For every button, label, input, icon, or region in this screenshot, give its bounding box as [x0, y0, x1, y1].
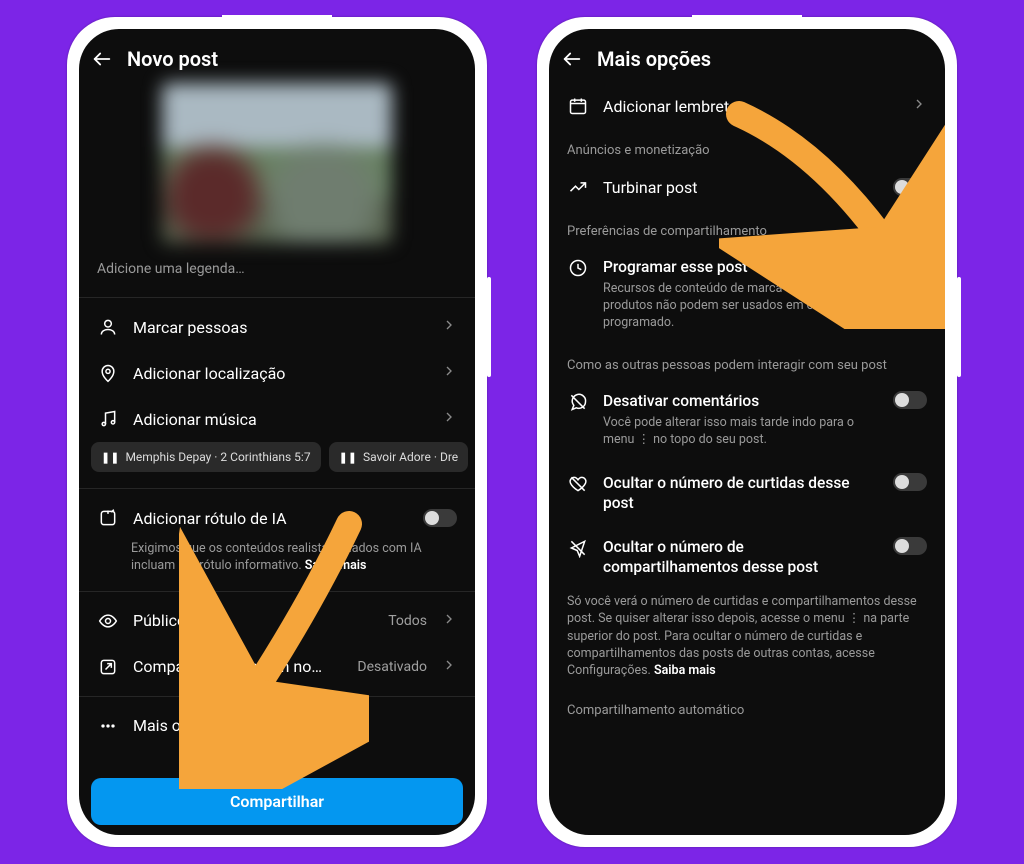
- comments-toggle[interactable]: [893, 391, 927, 409]
- chevron-right-icon: [441, 409, 457, 429]
- row-label: Adicionar localização: [133, 364, 427, 383]
- section-share-prefs: Preferências de compartilhamento: [549, 210, 945, 245]
- calendar-icon: [567, 95, 589, 117]
- screen-left: Novo post Adicione uma legenda… Marcar p…: [79, 29, 475, 835]
- row-ai-label[interactable]: Adicionar rótulo de IA: [79, 495, 475, 541]
- row-add-reminder[interactable]: Adicionar lembrete: [549, 83, 945, 129]
- row-label: Adicionar música: [133, 410, 427, 429]
- screen-right: Mais opções Adicionar lembrete Anúncios …: [549, 29, 945, 835]
- share-button[interactable]: Compartilhar: [91, 778, 463, 825]
- row-label: Ocultar o número de compartilhamentos de…: [603, 537, 879, 577]
- row-label: Mais opções: [133, 716, 457, 735]
- music-chip-label: Savoir Adore · Dre: [363, 450, 458, 464]
- header: Mais opções: [549, 29, 945, 83]
- phone-right: Mais opções Adicionar lembrete Anúncios …: [537, 17, 957, 847]
- chevron-right-icon: [911, 96, 927, 116]
- row-value: Todos: [388, 613, 427, 629]
- caption-input[interactable]: Adicione uma legenda…: [79, 261, 475, 291]
- row-label: Adicionar rótulo de IA: [133, 509, 409, 528]
- learn-more-link[interactable]: Saiba mais: [654, 663, 716, 678]
- row-label: Público: [133, 611, 374, 630]
- divider: [79, 297, 475, 298]
- page-title: Novo post: [127, 47, 218, 71]
- hide-counts-footnote: Só você verá o número de curtidas e comp…: [549, 589, 945, 689]
- post-image-preview[interactable]: [162, 83, 392, 243]
- share-off-icon: [567, 537, 589, 559]
- share-external-icon: [97, 656, 119, 678]
- chevron-right-icon: [441, 363, 457, 383]
- header: Novo post: [79, 29, 475, 83]
- music-chip-label: Memphis Depay · 2 Corinthians 5:7: [125, 450, 310, 464]
- row-description: Você pode alterar isso mais tarde indo p…: [603, 415, 879, 449]
- row-hide-shares[interactable]: Ocultar o número de compartilhamentos de…: [549, 525, 945, 589]
- phone-side-button: [487, 277, 491, 377]
- music-chip[interactable]: ❚❚ Memphis Depay · 2 Corinthians 5:7: [91, 442, 321, 472]
- divider: [79, 591, 475, 592]
- row-description: Recursos de conteúdo de marca e etiqueta…: [603, 281, 879, 332]
- schedule-toggle[interactable]: [893, 257, 927, 275]
- chevron-right-icon: [441, 317, 457, 337]
- row-audience[interactable]: Público Todos: [79, 598, 475, 644]
- pause-icon: ❚❚: [339, 451, 357, 464]
- row-label: Adicionar lembrete: [603, 97, 897, 116]
- location-pin-icon: [97, 362, 119, 384]
- section-interactions: Como as outras pessoas podem interagir c…: [549, 344, 945, 379]
- row-value: Desativado: [357, 659, 427, 675]
- row-label: Compartilhar também no…: [133, 657, 343, 676]
- section-auto-share: Compartilhamento automático: [549, 689, 945, 724]
- page-title: Mais opções: [597, 47, 711, 71]
- phone-left: Novo post Adicione uma legenda… Marcar p…: [67, 17, 487, 847]
- back-icon[interactable]: [91, 48, 113, 70]
- clock-icon: [567, 257, 589, 279]
- learn-more-link[interactable]: Saiba mais: [305, 558, 367, 573]
- section-ads-monetization: Anúncios e monetização: [549, 129, 945, 164]
- likes-toggle[interactable]: [893, 473, 927, 491]
- row-label: Turbinar post: [603, 178, 879, 197]
- row-schedule-post[interactable]: Programar esse post Recursos de conteúdo…: [549, 245, 945, 344]
- row-label: Desativar comentários: [603, 391, 879, 411]
- trend-up-icon: [567, 176, 589, 198]
- row-hide-likes[interactable]: Ocultar o número de curtidas desse post: [549, 461, 945, 525]
- row-add-location[interactable]: Adicionar localização: [79, 350, 475, 396]
- ellipsis-icon: [97, 715, 119, 737]
- eye-icon: [97, 610, 119, 632]
- person-icon: [97, 316, 119, 338]
- music-chip[interactable]: ❚❚ Savoir Adore · Dre: [329, 442, 469, 472]
- music-note-icon: [97, 408, 119, 430]
- phone-side-button: [957, 277, 961, 377]
- row-disable-comments[interactable]: Desativar comentários Você pode alterar …: [549, 379, 945, 461]
- row-more-options[interactable]: Mais opções: [79, 703, 475, 749]
- shares-toggle[interactable]: [893, 537, 927, 555]
- row-label: Programar esse post: [603, 257, 879, 277]
- ai-label-toggle[interactable]: [423, 509, 457, 527]
- divider: [79, 488, 475, 489]
- heart-off-icon: [567, 473, 589, 495]
- back-icon[interactable]: [561, 48, 583, 70]
- music-suggestions: ❚❚ Memphis Depay · 2 Corinthians 5:7 ❚❚ Sa…: [79, 442, 475, 482]
- row-tag-people[interactable]: Marcar pessoas: [79, 304, 475, 350]
- row-boost-post[interactable]: Turbinar post: [549, 164, 945, 210]
- chevron-right-icon: [441, 611, 457, 631]
- row-label: Marcar pessoas: [133, 318, 427, 337]
- row-add-music[interactable]: Adicionar música: [79, 396, 475, 442]
- ai-label-description: Exigimos que os conteúdos realistas cria…: [79, 541, 475, 585]
- chevron-right-icon: [441, 657, 457, 677]
- comment-off-icon: [567, 391, 589, 413]
- row-crosspost[interactable]: Compartilhar também no… Desativado: [79, 644, 475, 690]
- pause-icon: ❚❚: [101, 451, 119, 464]
- divider: [79, 696, 475, 697]
- sparkle-square-icon: [97, 507, 119, 529]
- row-label: Ocultar o número de curtidas desse post: [603, 473, 879, 513]
- boost-toggle[interactable]: [893, 178, 927, 196]
